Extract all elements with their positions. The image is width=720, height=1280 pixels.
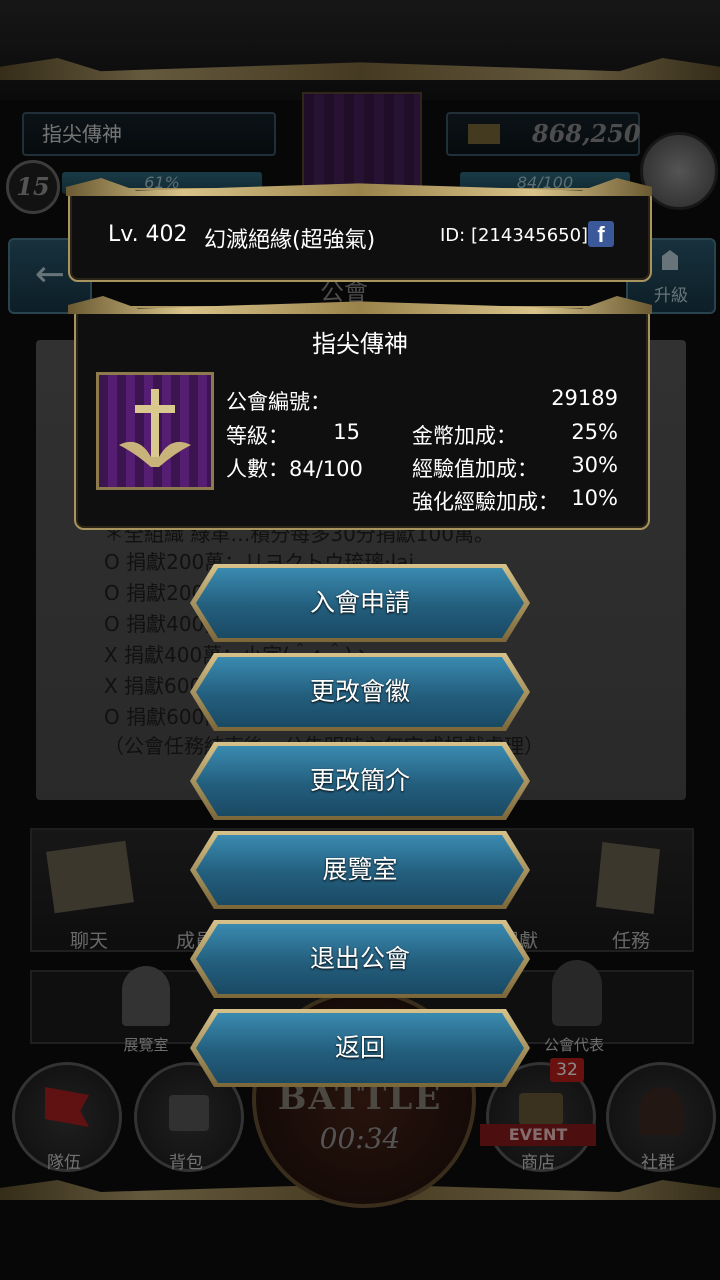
guild-number-value: 29189 [551, 386, 618, 410]
gallery-button[interactable]: 展覽室 [196, 835, 524, 905]
guild-title: 指尖傳神 [312, 330, 408, 358]
guild-level-label: 等級： [226, 424, 289, 448]
join-request-label: 入會申請 [309, 588, 410, 617]
enhance-bonus-value: 10% [571, 486, 618, 510]
player-id: ID: [214345650] [440, 225, 589, 246]
gallery-button-label: 展覽室 [322, 855, 398, 884]
player-name: 幻滅絕緣(超強氣) [204, 228, 376, 253]
guild-emblem [96, 372, 214, 490]
leave-guild-button[interactable]: 退出公會 [196, 924, 524, 994]
leave-guild-label: 退出公會 [309, 944, 410, 973]
back-button[interactable]: 返回 [196, 1013, 524, 1083]
player-level: Lv. 402 [108, 222, 188, 247]
guild-level-value: 15 [333, 420, 360, 444]
change-intro-button[interactable]: 更改簡介 [196, 746, 524, 816]
exp-bonus-value: 30% [571, 453, 618, 477]
guild-number-label: 公會編號： [226, 390, 331, 414]
guild-members-label: 人數：84/100 [226, 457, 363, 481]
facebook-icon[interactable]: f [588, 221, 614, 247]
enhance-bonus-label: 強化經驗加成： [412, 490, 559, 514]
change-badge-label: 更改會徽 [309, 677, 410, 706]
change-intro-label: 更改簡介 [309, 766, 410, 795]
back-button-label: 返回 [334, 1033, 385, 1062]
cross-emblem-icon [119, 389, 191, 467]
gold-bonus-value: 25% [571, 420, 618, 444]
gold-bonus-label: 金幣加成： [412, 424, 517, 448]
join-request-button[interactable]: 入會申請 [196, 568, 524, 638]
change-badge-button[interactable]: 更改會徽 [196, 657, 524, 727]
exp-bonus-label: 經驗值加成： [412, 457, 538, 481]
